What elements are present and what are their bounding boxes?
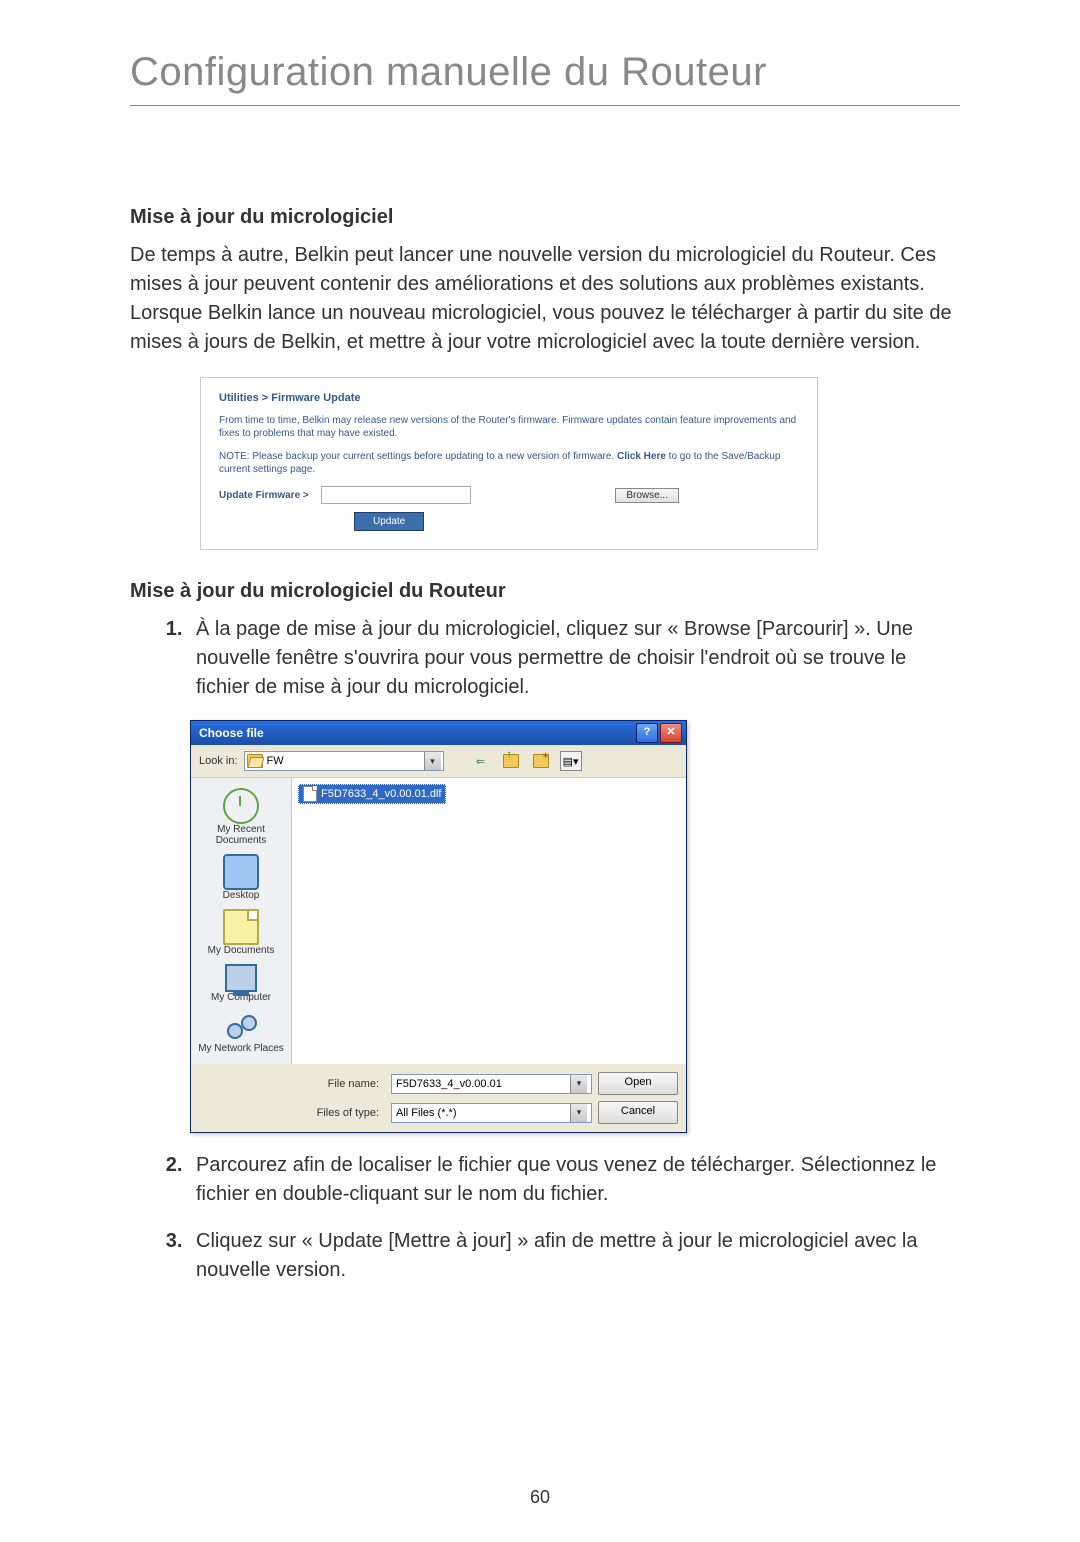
cancel-button[interactable]: Cancel [598, 1101, 678, 1124]
computer-icon [225, 964, 257, 992]
dialog-titlebar: Choose file ? ✕ [191, 721, 686, 745]
network-icon [225, 1011, 257, 1043]
chevron-down-icon: ▾ [424, 752, 441, 770]
open-button[interactable]: Open [598, 1072, 678, 1095]
file-dialog: Choose file ? ✕ Look in: FW ▾ ⇐ ↑ ✶ ▤▾ [190, 720, 687, 1133]
step-1: À la page de mise à jour du micrologicie… [188, 615, 960, 702]
place-label: Desktop [223, 890, 260, 901]
file-list[interactable]: F5D7633_4_v0.00.01.dlf [292, 778, 686, 1064]
desktop-icon [223, 854, 259, 890]
filename-value: F5D7633_4_v0.00.01 [396, 1078, 570, 1090]
place-my-network-places[interactable]: My Network Places [196, 1011, 286, 1054]
help-button[interactable]: ? [636, 723, 658, 743]
firmware-file-input[interactable] [321, 486, 471, 504]
file-name: F5D7633_4_v0.00.01.dlf [321, 788, 441, 800]
filetype-label: Files of type: [305, 1107, 385, 1119]
dialog-title: Choose file [199, 726, 264, 740]
step-2: Parcourez afin de localiser le fichier q… [188, 1151, 960, 1209]
filename-input[interactable]: F5D7633_4_v0.00.01 ▾ [391, 1074, 592, 1094]
new-folder-icon[interactable]: ✶ [530, 751, 552, 771]
up-one-level-icon[interactable]: ↑ [500, 751, 522, 771]
place-my-recent-documents[interactable]: My Recent Documents [196, 788, 286, 846]
back-icon[interactable]: ⇐ [470, 751, 492, 771]
close-button[interactable]: ✕ [660, 723, 682, 743]
filetype-value: All Files (*.*) [396, 1107, 570, 1119]
place-my-computer[interactable]: My Computer [196, 964, 286, 1003]
lookin-value: FW [267, 755, 284, 767]
page-number: 60 [0, 1487, 1080, 1508]
page-title: Configuration manuelle du Routeur [130, 50, 960, 95]
file-item-selected[interactable]: F5D7633_4_v0.00.01.dlf [298, 784, 446, 804]
fw-note: NOTE: Please backup your current setting… [219, 450, 799, 476]
filetype-select[interactable]: All Files (*.*) ▾ [391, 1103, 592, 1123]
steps-list: À la page de mise à jour du micrologicie… [130, 615, 960, 702]
steps-list-cont: Parcourez afin de localiser le fichier q… [130, 1151, 960, 1285]
recent-icon [223, 788, 259, 824]
title-rule [130, 105, 960, 106]
file-icon [303, 786, 317, 802]
places-bar: My Recent Documents Desktop My Documents… [191, 778, 292, 1064]
breadcrumb: Utilities > Firmware Update [219, 392, 799, 404]
step-3: Cliquez sur « Update [Mettre à jour] » a… [188, 1227, 960, 1285]
documents-icon [223, 909, 259, 945]
section2-heading: Mise à jour du micrologiciel du Routeur [130, 580, 960, 603]
section1-para: De temps à autre, Belkin peut lancer une… [130, 241, 960, 357]
firmware-panel: Utilities > Firmware Update From time to… [200, 377, 818, 550]
views-icon[interactable]: ▤▾ [560, 751, 582, 771]
place-desktop[interactable]: Desktop [196, 854, 286, 901]
place-label: My Network Places [198, 1043, 284, 1054]
section1-heading: Mise à jour du micrologiciel [130, 206, 960, 229]
filename-label: File name: [305, 1078, 385, 1090]
chevron-down-icon: ▾ [570, 1104, 587, 1122]
lookin-label: Look in: [199, 755, 238, 767]
browse-button[interactable]: Browse... [615, 488, 679, 503]
fw-note-pre: NOTE: Please backup your current setting… [219, 451, 617, 462]
lookin-select[interactable]: FW ▾ [244, 751, 444, 771]
place-my-documents[interactable]: My Documents [196, 909, 286, 956]
place-label: My Recent Documents [196, 824, 286, 846]
place-label: My Documents [208, 945, 275, 956]
dialog-toolbar: Look in: FW ▾ ⇐ ↑ ✶ ▤▾ [191, 745, 686, 778]
fw-description: From time to time, Belkin may release ne… [219, 414, 799, 440]
update-button[interactable]: Update [354, 512, 424, 531]
fw-click-here-link[interactable]: Click Here [617, 451, 666, 462]
folder-icon [247, 754, 263, 768]
chevron-down-icon: ▾ [570, 1075, 587, 1093]
update-firmware-label: Update Firmware > [219, 490, 309, 501]
